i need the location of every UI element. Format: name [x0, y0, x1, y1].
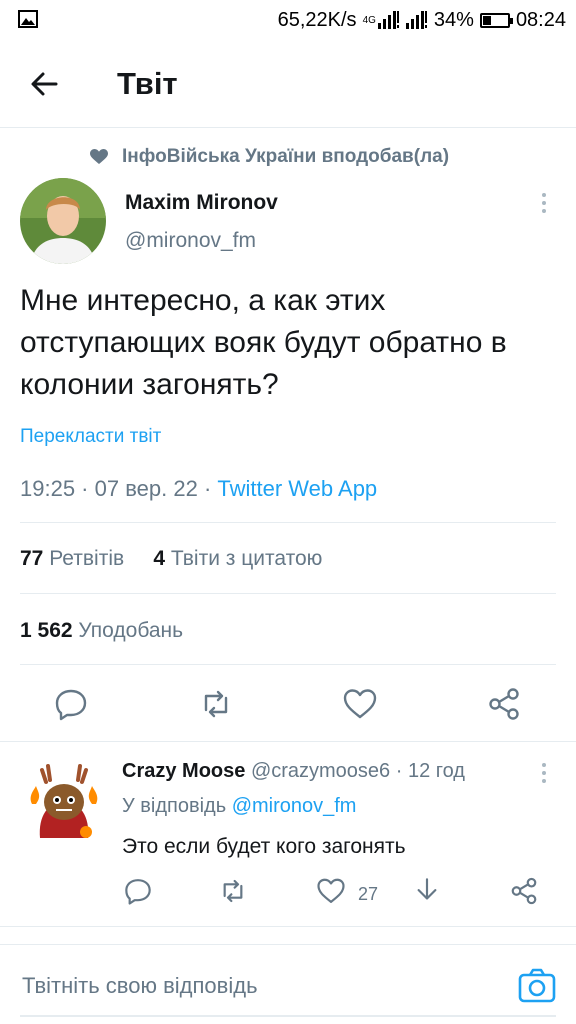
reply-share-button[interactable]: [509, 876, 539, 906]
retweets-label: Ретвітів: [49, 547, 125, 570]
tweet-text: Мне интересно, а как этих отступающих во…: [20, 284, 507, 401]
top-bar: Твіт: [0, 40, 576, 128]
download-arrow-icon: [417, 878, 437, 900]
share-icon: [511, 877, 537, 905]
arrow-left-icon: [31, 72, 58, 96]
status-right: 65,22K/s 4G 34% 08:24: [278, 6, 566, 34]
translate-tweet-link[interactable]: Перекласти твіт: [20, 426, 161, 448]
liked-by-text: ІнфоВійська України вподобав(ла): [122, 146, 450, 167]
replying-to-label: У відповідь: [122, 795, 227, 817]
retweet-icon: [223, 879, 243, 903]
divider: [0, 926, 576, 927]
reply-text: Это если будет кого загонять: [122, 835, 406, 858]
signal-icon: [377, 11, 399, 29]
download-button[interactable]: [412, 876, 442, 906]
camera-button[interactable]: [518, 967, 556, 1003]
reply-author-handle[interactable]: @crazymoose6: [251, 760, 390, 782]
divider: [20, 522, 556, 523]
reply-reply-button[interactable]: [123, 876, 153, 906]
clock: 08:24: [515, 8, 566, 31]
reply-icon: [125, 879, 151, 905]
retweet-quote-stats: 77 Ретвітів 4 Твіти з цитатою: [20, 547, 322, 571]
share-button[interactable]: [486, 686, 522, 722]
reply-retweet-button[interactable]: [218, 876, 248, 906]
battery-percent: 34%: [433, 8, 474, 31]
divider: [20, 593, 556, 594]
retweet-icon: [204, 690, 228, 718]
reply-author-avatar[interactable]: [22, 758, 106, 846]
author-avatar[interactable]: [20, 178, 106, 264]
page-title: Твіт: [117, 66, 178, 101]
replying-to-mention[interactable]: @mironov_fm: [232, 795, 357, 817]
divider: [20, 664, 556, 665]
heart-icon: [317, 878, 345, 903]
camera-icon: [518, 968, 556, 1003]
network-speed: 65,22K/s: [277, 8, 357, 31]
more-vertical-icon: [542, 193, 546, 213]
gallery-notification-icon: [18, 10, 38, 33]
author-name[interactable]: Maxim Mironov: [125, 191, 278, 215]
compose-underline: [20, 1015, 556, 1017]
quotes-stat[interactable]: 4 Твіти з цитатою: [153, 547, 322, 570]
social-context[interactable]: ІнфоВійська України вподобав(ла): [90, 146, 449, 168]
network-type: 4G: [362, 14, 376, 26]
tweet-time: 19:25: [20, 476, 76, 501]
likes-label: Уподобань: [78, 619, 184, 642]
heart-filled-icon: [90, 149, 108, 164]
likes-stat[interactable]: 1 562 Уподобань: [20, 619, 183, 643]
reply-compose-input[interactable]: Твітніть свою відповідь: [22, 973, 258, 999]
status-bar: 65,22K/s 4G 34% 08:24: [0, 0, 576, 40]
retweet-button[interactable]: [198, 686, 234, 722]
more-vertical-icon: [542, 763, 546, 783]
signal-icon-2: [405, 11, 427, 29]
replying-to: У відповідь @mironov_fm: [122, 795, 356, 818]
retweets-count: 77: [20, 547, 44, 570]
reply-compose-bar[interactable]: Твітніть свою відповідь: [0, 944, 576, 1024]
reply-button[interactable]: [53, 686, 89, 722]
reply-more-options-button[interactable]: [535, 761, 553, 785]
reply-author-name[interactable]: Crazy Moose: [122, 760, 245, 782]
reply-like-count: 27: [358, 884, 379, 904]
tweet-meta: 19:25 · 07 вер. 22 · Twitter Web App: [20, 476, 377, 502]
share-icon: [489, 688, 519, 720]
back-button[interactable]: [24, 64, 64, 104]
heart-icon: [343, 689, 377, 719]
reply-like-button[interactable]: [316, 876, 346, 906]
author-handle[interactable]: @mironov_fm: [125, 229, 256, 253]
battery-fill: [482, 15, 491, 25]
divider: [0, 741, 576, 742]
retweets-stat[interactable]: 77 Ретвітів: [20, 547, 124, 570]
reply-header: Crazy Moose @crazymoose6 · 12 год: [122, 760, 465, 783]
reply-time: 12 год: [407, 760, 465, 782]
more-options-button[interactable]: [534, 191, 554, 215]
quotes-count: 4: [153, 547, 166, 570]
tweet-date: 07 вер. 22: [94, 476, 198, 501]
quotes-label: Твіти з цитатою: [170, 547, 323, 570]
meta-separator: ·: [75, 476, 95, 501]
reply-icon: [55, 689, 87, 721]
tweet-source-link[interactable]: Twitter Web App: [217, 476, 377, 501]
battery-icon: [479, 12, 513, 28]
like-button[interactable]: [342, 686, 378, 722]
meta-separator: ·: [197, 476, 218, 501]
meta-separator: ·: [390, 760, 408, 782]
likes-count: 1 562: [20, 619, 73, 642]
